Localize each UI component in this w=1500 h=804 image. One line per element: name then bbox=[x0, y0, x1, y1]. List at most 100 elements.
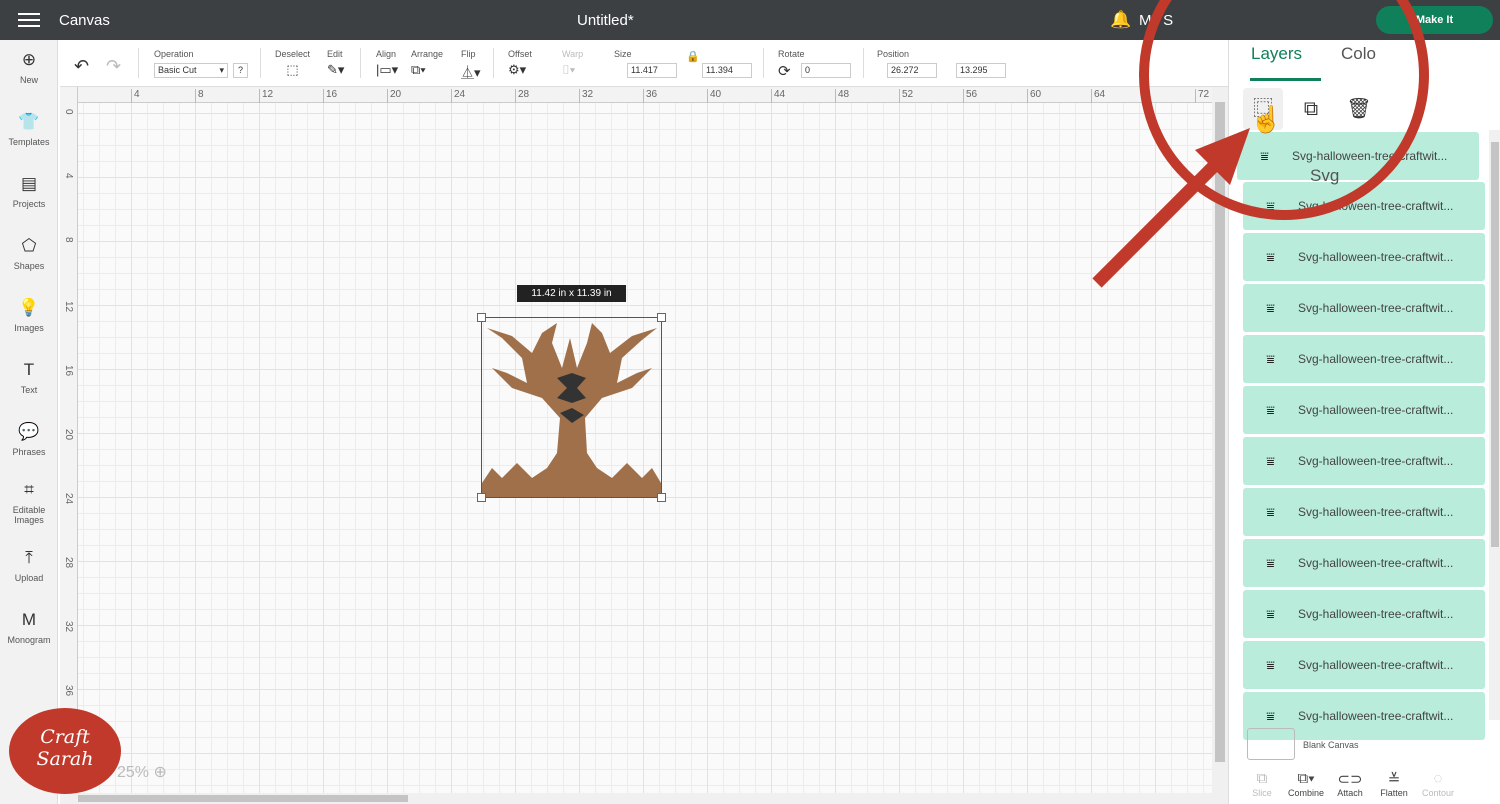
layer-item[interactable]: ⩸ Svg-halloween-tree-craftwit... bbox=[1237, 132, 1479, 180]
ruler-tick: 28 bbox=[515, 89, 529, 103]
tab-layers[interactable]: Layers bbox=[1250, 44, 1321, 81]
layers-scrollbar[interactable] bbox=[1489, 130, 1500, 720]
templates-icon: 👕 bbox=[18, 112, 40, 131]
dimension-tooltip: 11.42 in x 11.39 in bbox=[517, 285, 626, 302]
bat-layer-icon: ⩸ bbox=[1266, 605, 1275, 622]
delete-icon[interactable]: 🗑 bbox=[1339, 88, 1379, 130]
slice-icon: ⧉ bbox=[1256, 770, 1268, 787]
deselect-icon: ⬚ bbox=[286, 62, 299, 77]
resize-handle[interactable] bbox=[657, 313, 666, 322]
bat-layer-icon: ⩸ bbox=[1266, 401, 1275, 418]
layer-item[interactable]: ⩸ Svg-halloween-tree-craftwit... bbox=[1243, 335, 1485, 383]
align-button[interactable]: Align |▭▾ bbox=[376, 49, 398, 78]
layer-item[interactable]: ⩸ Svg-halloween-tree-craftwit... bbox=[1243, 488, 1485, 536]
tool-label: Slice bbox=[1252, 788, 1272, 798]
bat-layer-icon: ⩸ bbox=[1266, 350, 1275, 367]
deselect-button[interactable]: Deselect ⬚ bbox=[275, 49, 310, 78]
ruler-tick: 28 bbox=[63, 557, 74, 569]
layer-item[interactable]: ⩸ Svg-halloween-tree-craftwit... bbox=[1243, 437, 1485, 485]
height-input[interactable]: 11.394 bbox=[702, 63, 752, 78]
selected-tree-design[interactable] bbox=[477, 313, 666, 502]
sidebar-item-images[interactable]: 💡 Images bbox=[0, 298, 58, 333]
sidebar-label: Images bbox=[14, 323, 44, 333]
layer-name: Svg-halloween-tree-craftwit... bbox=[1298, 556, 1454, 570]
layer-item[interactable]: ⩸ Svg-halloween-tree-craftwit... bbox=[1243, 386, 1485, 434]
group-icon[interactable]: ⿴ bbox=[1243, 88, 1283, 130]
canvas-horizontal-scrollbar[interactable] bbox=[60, 793, 1228, 804]
resize-handle[interactable] bbox=[477, 493, 486, 502]
ruler-tick: 56 bbox=[963, 89, 977, 103]
horizontal-ruler: 4 8 12 16 20 24 28 32 36 40 44 48 52 56 60 64 72 bbox=[60, 87, 1212, 103]
warp-icon: ⌷▾ bbox=[562, 62, 576, 77]
layer-item[interactable]: ⩸ Svg-halloween-tree-craftwit... bbox=[1243, 539, 1485, 587]
contour-button[interactable]: ◌ Contour bbox=[1413, 770, 1463, 798]
sidebar-item-new[interactable]: ⊕ New bbox=[0, 50, 58, 85]
attach-button[interactable]: ⊂⊃ Attach bbox=[1325, 770, 1375, 798]
bat-layer-icon: ⩸ bbox=[1266, 248, 1275, 265]
my-stuff-link[interactable]: My S bbox=[1139, 12, 1173, 29]
blank-canvas-swatch[interactable] bbox=[1247, 728, 1295, 760]
width-input[interactable]: 11.417 bbox=[627, 63, 677, 78]
make-it-button[interactable]: Make It bbox=[1376, 6, 1493, 34]
sidebar-item-editable-images[interactable]: ⌗ Editable Images bbox=[0, 480, 58, 525]
ruler-tick: 72 bbox=[1195, 89, 1209, 103]
layer-name: Svg-halloween-tree-craftwit... bbox=[1298, 403, 1454, 417]
canvas-vertical-scrollbar[interactable] bbox=[1212, 87, 1228, 793]
warp-button[interactable]: Warp ⌷▾ bbox=[562, 49, 583, 78]
sidebar-item-upload[interactable]: ⤒ Upload bbox=[0, 548, 58, 583]
ruler-tick: 0 bbox=[63, 109, 74, 115]
slice-button[interactable]: ⧉ Slice bbox=[1237, 770, 1287, 798]
ruler-tick: 32 bbox=[579, 89, 593, 103]
sidebar-item-templates[interactable]: 👕 Templates bbox=[0, 112, 58, 147]
bell-icon[interactable]: 🔔 bbox=[1110, 10, 1131, 30]
offset-icon: ⚙▾ bbox=[508, 62, 527, 77]
layer-item[interactable]: ⩸ Svg-halloween-tree-craftwit... bbox=[1243, 284, 1485, 332]
layer-name: Svg-halloween-tree-craftwit... bbox=[1292, 149, 1448, 163]
images-icon: 💡 bbox=[18, 298, 40, 317]
combine-button[interactable]: ⧉▾ Combine bbox=[1281, 770, 1331, 798]
ruler-tick: 4 bbox=[63, 173, 74, 179]
edit-button[interactable]: Edit ✎▾ bbox=[327, 49, 344, 78]
attach-icon: ⊂⊃ bbox=[1337, 771, 1363, 788]
craft-with-sarah-logo: Craft Sarah bbox=[9, 708, 121, 794]
layer-item[interactable]: ⩸ Svg-halloween-tree-craftwit... bbox=[1243, 182, 1485, 230]
bat-layer-icon: ⩸ bbox=[1266, 197, 1275, 214]
layer-item[interactable]: ⩸ Svg-halloween-tree-craftwit... bbox=[1243, 641, 1485, 689]
flatten-button[interactable]: ≚ Flatten bbox=[1369, 770, 1419, 798]
offset-button[interactable]: Offset ⚙▾ bbox=[508, 49, 532, 78]
new-icon: ⊕ bbox=[21, 50, 37, 69]
layer-item[interactable]: ⩸ Svg-halloween-tree-craftwit... bbox=[1243, 233, 1485, 281]
resize-handle[interactable] bbox=[477, 313, 486, 322]
y-input[interactable]: 13.295 bbox=[956, 63, 1006, 78]
ruler-tick: 24 bbox=[451, 89, 465, 103]
layer-name: Svg-halloween-tree-craftwit... bbox=[1298, 454, 1454, 468]
shapes-icon: ⬠ bbox=[21, 236, 37, 255]
sidebar-item-projects[interactable]: ▤ Projects bbox=[0, 174, 58, 209]
sidebar-item-text[interactable]: T Text bbox=[0, 360, 58, 395]
lock-icon[interactable]: 🔒 bbox=[686, 50, 700, 63]
sidebar-label: Text bbox=[20, 385, 38, 395]
tab-color[interactable]: Colo bbox=[1341, 44, 1376, 78]
arrange-button[interactable]: Arrange ⧉▾ bbox=[411, 49, 443, 78]
layer-item[interactable]: ⩸ Svg-halloween-tree-craftwit... bbox=[1243, 590, 1485, 638]
operation-select[interactable]: Basic Cut ▾ bbox=[154, 63, 228, 78]
sidebar-label: Templates bbox=[8, 137, 50, 147]
sidebar-item-monogram[interactable]: M Monogram bbox=[0, 610, 58, 645]
zoom-level[interactable]: 25% ⊕ bbox=[117, 762, 167, 782]
x-input[interactable]: 26.272 bbox=[887, 63, 937, 78]
resize-handle[interactable] bbox=[657, 493, 666, 502]
flip-button[interactable]: Flip ⏅▾ bbox=[461, 49, 481, 81]
ruler-tick: 20 bbox=[387, 89, 401, 103]
sidebar-item-phrases[interactable]: 💬 Phrases bbox=[0, 422, 58, 457]
hamburger-menu-icon[interactable] bbox=[18, 13, 40, 27]
ruler-tick: 48 bbox=[835, 89, 849, 103]
duplicate-icon[interactable]: ⧉ bbox=[1291, 88, 1331, 130]
undo-icon[interactable]: ↶ bbox=[74, 56, 89, 77]
rotate-input[interactable]: 0 bbox=[801, 63, 851, 78]
sidebar-label: Phrases bbox=[12, 447, 46, 457]
sidebar-label: Upload bbox=[14, 573, 44, 583]
redo-icon[interactable]: ↷ bbox=[106, 56, 121, 77]
help-button[interactable]: ? bbox=[233, 63, 248, 78]
sidebar-label: Shapes bbox=[13, 261, 45, 271]
sidebar-item-shapes[interactable]: ⬠ Shapes bbox=[0, 236, 58, 271]
